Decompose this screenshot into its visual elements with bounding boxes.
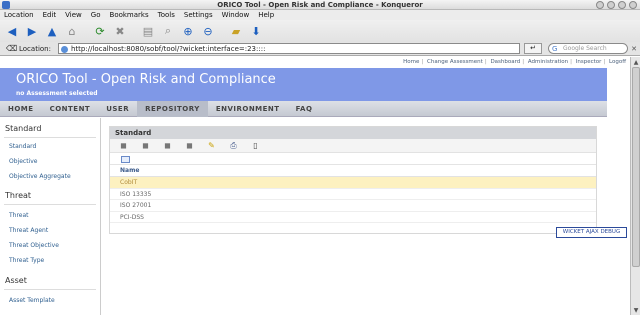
- zoom-in-icon[interactable]: ⊕: [179, 22, 197, 40]
- sidebar-item-threat[interactable]: Threat: [0, 212, 29, 219]
- sidebar-item-asset-template[interactable]: Asset Template: [0, 297, 55, 304]
- maximize-window-button[interactable]: [618, 1, 626, 9]
- sidebar: Standard Standard Objective Objective Ag…: [0, 118, 101, 315]
- standard-panel: Standard ◼ ◼ ◼ ◼ ✎ ⎙ ▯ Name CobIT ISO 13…: [109, 126, 597, 234]
- menu-help[interactable]: Help: [258, 11, 274, 19]
- clear-location-icon[interactable]: ⌫: [6, 44, 17, 53]
- menu-bar: Location Edit View Go Bookmarks Tools Se…: [0, 10, 640, 20]
- favicon-icon: [61, 46, 68, 53]
- scroll-up-icon[interactable]: ▲: [632, 59, 640, 66]
- app-title: ORICO Tool - Open Risk and Compliance: [16, 72, 276, 87]
- nav-logoff-link[interactable]: Logoff: [609, 59, 626, 65]
- last-page-icon[interactable]: ◼: [185, 141, 194, 150]
- vertical-scrollbar[interactable]: ▲ ▼: [630, 57, 640, 315]
- panel-title: Standard: [110, 127, 596, 139]
- tab-faq[interactable]: FAQ: [288, 101, 321, 117]
- window-controls: [596, 1, 637, 9]
- google-search-icon: G: [552, 45, 558, 53]
- menu-edit[interactable]: Edit: [43, 11, 57, 19]
- sidebar-section-threat: Threat: [5, 191, 32, 200]
- up-icon[interactable]: ▲: [43, 22, 61, 40]
- location-bar: ⌫ Location: http://localhost:8080/sobf/t…: [0, 42, 640, 56]
- assessment-status: no Assessment selected: [16, 90, 98, 97]
- download-icon[interactable]: ⬇: [247, 22, 265, 40]
- tab-repository[interactable]: REPOSITORY: [137, 100, 208, 117]
- nav-administration-link[interactable]: Administration: [528, 59, 568, 65]
- next-page-icon[interactable]: ◼: [163, 141, 172, 150]
- panel-subbar: [110, 153, 596, 165]
- zoom-out-icon[interactable]: ⊖: [199, 22, 217, 40]
- document-icon[interactable]: ▯: [251, 141, 260, 150]
- sidebar-section-standard: Standard: [5, 124, 42, 133]
- minimize-window-button[interactable]: [607, 1, 615, 9]
- menu-settings[interactable]: Settings: [184, 11, 213, 19]
- menu-location[interactable]: Location: [4, 11, 34, 19]
- help-window-button[interactable]: [596, 1, 604, 9]
- first-page-icon[interactable]: ◼: [119, 141, 128, 150]
- scroll-down-icon[interactable]: ▼: [632, 307, 640, 314]
- sidebar-item-threat-type[interactable]: Threat Type: [0, 257, 44, 264]
- tab-environment[interactable]: ENVIRONMENT: [208, 101, 288, 117]
- main-tabs: HOME CONTENT USER REPOSITORY ENVIRONMENT…: [0, 100, 607, 117]
- close-toolbar-icon[interactable]: ✕: [631, 45, 637, 53]
- search-placeholder: Google Search: [563, 45, 607, 52]
- column-header-name[interactable]: Name: [110, 165, 596, 177]
- wicket-ajax-debug-link[interactable]: WICKET AJAX DEBUG: [556, 227, 627, 238]
- sidebar-item-threat-agent[interactable]: Threat Agent: [0, 227, 48, 234]
- location-label: Location:: [19, 45, 51, 53]
- url-go-button[interactable]: ↵: [524, 43, 542, 54]
- scrollbar-thumb[interactable]: [632, 67, 640, 267]
- close-window-button[interactable]: [629, 1, 637, 9]
- url-text: http://localhost:8080/sobf/tool/?wicket:…: [71, 45, 266, 53]
- standards-table: Name CobIT ISO 13335 ISO 27001 PCI-DSS: [110, 165, 596, 223]
- forward-icon[interactable]: ▶: [23, 22, 41, 40]
- table-row[interactable]: ISO 27001: [110, 200, 596, 212]
- browser-toolbar: ◀ ▶ ▲ ⌂ ⟳ ✖ ▤ ⌕ ⊕ ⊖ ▰ ⬇: [0, 20, 640, 42]
- web-page: Home | Change Assessment | Dashboard | Admi…: [0, 57, 630, 315]
- menu-view[interactable]: View: [65, 11, 82, 19]
- search-input[interactable]: G Google Search: [548, 43, 628, 54]
- sidebar-section-asset: Asset: [5, 276, 27, 285]
- sidebar-item-threat-objective[interactable]: Threat Objective: [0, 242, 59, 249]
- nav-change-assessment-link[interactable]: Change Assessment: [427, 59, 483, 65]
- nav-inspector-link[interactable]: Inspector: [576, 59, 602, 65]
- title-bar: ORICO Tool - Open Risk and Compliance - …: [0, 0, 640, 10]
- bookmark-folder-icon[interactable]: ▰: [227, 22, 245, 40]
- nav-home-link[interactable]: Home: [403, 59, 419, 65]
- table-row[interactable]: ISO 13335: [110, 189, 596, 200]
- sidebar-item-objective[interactable]: Objective: [0, 158, 37, 165]
- tab-content[interactable]: CONTENT: [42, 101, 99, 117]
- menu-window[interactable]: Window: [222, 11, 250, 19]
- stop-icon[interactable]: ✖: [111, 22, 129, 40]
- window-title: ORICO Tool - Open Risk and Compliance - …: [217, 1, 423, 9]
- header-banner: ORICO Tool - Open Risk and Compliance no…: [0, 68, 607, 101]
- table-row[interactable]: PCI-DSS: [110, 212, 596, 223]
- home-icon[interactable]: ⌂: [63, 22, 81, 40]
- reload-icon[interactable]: ⟳: [91, 22, 109, 40]
- menu-bookmarks[interactable]: Bookmarks: [110, 11, 149, 19]
- tab-home[interactable]: HOME: [0, 101, 42, 117]
- back-icon[interactable]: ◀: [3, 22, 21, 40]
- sidebar-item-standard[interactable]: Standard: [0, 143, 36, 150]
- tab-user[interactable]: USER: [98, 101, 137, 117]
- top-navigation: Home | Change Assessment | Dashboard | Admi…: [403, 59, 626, 65]
- edit-pencil-icon[interactable]: ✎: [207, 141, 216, 150]
- url-input[interactable]: http://localhost:8080/sobf/tool/?wicket:…: [58, 43, 520, 54]
- sidebar-item-objective-aggregate[interactable]: Objective Aggregate: [0, 173, 71, 180]
- new-item-icon[interactable]: [121, 155, 130, 163]
- menu-tools[interactable]: Tools: [158, 11, 175, 19]
- print-icon[interactable]: ▤: [139, 22, 157, 40]
- table-row[interactable]: CobIT: [110, 177, 596, 189]
- panel-actions: ◼ ◼ ◼ ◼ ✎ ⎙ ▯: [110, 139, 596, 153]
- menu-go[interactable]: Go: [91, 11, 101, 19]
- nav-dashboard-link[interactable]: Dashboard: [490, 59, 520, 65]
- print-icon[interactable]: ⎙: [229, 141, 238, 150]
- find-icon[interactable]: ⌕: [159, 22, 177, 40]
- previous-page-icon[interactable]: ◼: [141, 141, 150, 150]
